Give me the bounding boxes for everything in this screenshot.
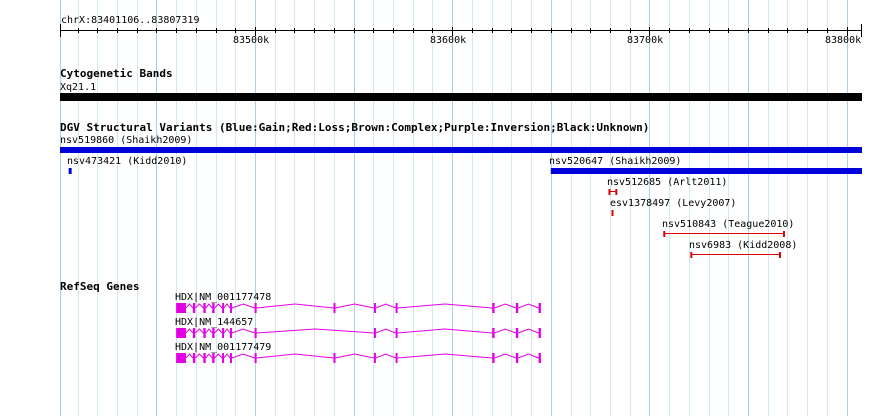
- transcript-exon[interactable]: [203, 303, 206, 313]
- transcript-exon[interactable]: [538, 328, 541, 338]
- dgv-variant-bar[interactable]: [60, 147, 862, 153]
- transcript-exon[interactable]: [373, 353, 376, 363]
- transcript-intron: [231, 328, 255, 334]
- transcript-intron: [494, 303, 517, 309]
- transcript-exon[interactable]: [395, 328, 398, 338]
- dgv-variant-bar[interactable]: [68, 168, 72, 174]
- transcript-exon[interactable]: [176, 303, 186, 313]
- transcript-intron: [223, 353, 231, 359]
- transcript-intron: [397, 328, 493, 334]
- transcript-intron: [231, 353, 255, 359]
- transcript-intron: [205, 328, 213, 334]
- transcript-intron: [256, 328, 374, 334]
- transcript-intron: [375, 353, 396, 359]
- transcript-exon[interactable]: [538, 303, 541, 313]
- transcript-exon[interactable]: [212, 303, 215, 313]
- transcript-exon[interactable]: [395, 303, 398, 313]
- cytoband-bar[interactable]: [60, 93, 862, 101]
- transcript-exon[interactable]: [254, 303, 257, 313]
- transcript-exon[interactable]: [515, 303, 519, 313]
- transcript-intron: [231, 303, 255, 309]
- transcript-exon[interactable]: [333, 303, 336, 313]
- transcript-exon[interactable]: [229, 328, 232, 338]
- transcript-intron: [397, 303, 493, 309]
- transcript-intron: [397, 353, 493, 359]
- transcript-exon[interactable]: [203, 328, 206, 338]
- transcript-intron: [335, 303, 375, 309]
- transcript-exon[interactable]: [395, 353, 398, 363]
- transcript-intron: [375, 328, 396, 334]
- transcript-exon[interactable]: [222, 353, 225, 363]
- transcript-exon[interactable]: [222, 303, 225, 313]
- transcript-intron: [223, 303, 231, 309]
- transcript-exon[interactable]: [229, 303, 232, 313]
- transcript-intron: [518, 328, 539, 334]
- transcript-intron: [335, 353, 375, 359]
- transcript-intron: [375, 303, 396, 309]
- transcript-exon[interactable]: [176, 353, 186, 363]
- transcript-intron: [185, 303, 194, 309]
- transcript-intron: [223, 328, 231, 334]
- transcript-intron: [256, 303, 334, 309]
- transcript-exon[interactable]: [492, 303, 495, 313]
- transcript-intron: [194, 328, 204, 334]
- transcript-intron: [185, 353, 194, 359]
- transcript-exon[interactable]: [373, 328, 376, 338]
- transcript-exon[interactable]: [492, 328, 495, 338]
- transcript-intron: [194, 353, 204, 359]
- transcript-exon[interactable]: [373, 303, 376, 313]
- transcript-exon[interactable]: [538, 353, 541, 363]
- transcript-exon[interactable]: [333, 353, 336, 363]
- transcript-intron: [205, 353, 213, 359]
- dgv-variant-bar[interactable]: [611, 210, 614, 216]
- transcript-exon[interactable]: [515, 353, 519, 363]
- transcript-exon[interactable]: [192, 303, 196, 313]
- transcript-exon[interactable]: [212, 328, 215, 338]
- transcript-exon[interactable]: [254, 328, 257, 338]
- dgv-variant-bar[interactable]: [550, 168, 862, 174]
- track-features[interactable]: [0, 0, 890, 416]
- transcript-exon[interactable]: [176, 328, 186, 338]
- transcript-exon[interactable]: [229, 353, 232, 363]
- transcript-intron: [494, 328, 517, 334]
- transcript-intron: [518, 303, 539, 309]
- transcript-exon[interactable]: [192, 328, 196, 338]
- transcript-intron: [214, 353, 223, 359]
- transcript-intron: [194, 303, 204, 309]
- transcript-exon[interactable]: [515, 328, 519, 338]
- transcript-intron: [214, 303, 223, 309]
- transcript-exon[interactable]: [254, 353, 257, 363]
- transcript-intron: [494, 353, 517, 359]
- transcript-intron: [256, 353, 334, 359]
- transcript-intron: [518, 353, 539, 359]
- transcript-exon[interactable]: [192, 353, 196, 363]
- transcript-exon[interactable]: [203, 353, 206, 363]
- transcript-exon[interactable]: [492, 353, 495, 363]
- genome-browser-view[interactable]: chrX:83401106..83807319 83500k 83600k 8370…: [0, 0, 890, 416]
- transcript-exon[interactable]: [222, 328, 225, 338]
- transcript-intron: [205, 303, 213, 309]
- transcript-intron: [185, 328, 194, 334]
- transcript-intron: [214, 328, 223, 334]
- transcript-exon[interactable]: [212, 353, 215, 363]
